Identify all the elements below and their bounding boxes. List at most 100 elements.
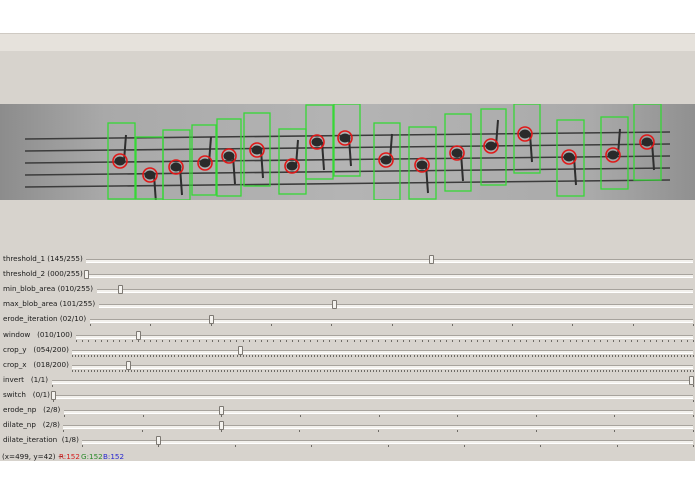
trackbar-tick <box>421 339 423 342</box>
trackbar-track[interactable] <box>53 394 693 399</box>
note-head <box>170 162 182 172</box>
trackbar-row: min_blob_area (010/255) <box>0 283 695 298</box>
trackbar-tick <box>150 339 152 342</box>
trackbar-tick <box>683 354 685 357</box>
trackbar-tick <box>339 354 341 357</box>
trackbar-row: invert (1/1) <box>0 374 695 389</box>
trackbar-tick <box>538 339 540 342</box>
trackbar-tick <box>174 339 176 342</box>
trackbar-label: threshold_2 (000/255) <box>3 269 83 279</box>
trackbar-thumb[interactable] <box>208 315 214 325</box>
trackbar-label: min_blob_area (010/255) <box>3 284 94 294</box>
trackbar-tick <box>143 354 145 357</box>
trackbar-tick <box>621 369 623 372</box>
trackbar-tick <box>512 354 514 357</box>
trackbar-track[interactable] <box>99 304 693 309</box>
trackbar-track[interactable] <box>86 274 693 279</box>
trackbar-tick <box>447 369 449 372</box>
note-head <box>607 150 619 160</box>
trackbar-tick <box>162 369 164 372</box>
trackbar-tick <box>156 339 158 342</box>
trackbar-tick <box>347 339 349 342</box>
trackbar-thumb[interactable] <box>429 255 435 264</box>
trackbar-track[interactable] <box>97 289 693 294</box>
trackbar-track[interactable] <box>72 364 693 369</box>
trackbar-track[interactable] <box>52 379 693 384</box>
trackbar-tick <box>422 369 424 372</box>
trackbar-tick <box>495 339 497 342</box>
trackbar-tick <box>82 445 83 448</box>
trackbar-tick <box>152 354 154 357</box>
trackbar-tick <box>674 339 676 342</box>
trackbar-tick <box>451 324 453 327</box>
trackbar-thumb[interactable] <box>125 360 131 370</box>
trackbar-tick <box>189 354 191 357</box>
trackbar-tick <box>208 369 210 372</box>
trackbar-thumb[interactable] <box>219 406 225 415</box>
trackbar-tick <box>624 354 626 357</box>
trackbar-thumb[interactable] <box>237 345 243 355</box>
trackbar-thumb[interactable] <box>689 375 694 385</box>
trackbar-track[interactable] <box>72 349 693 354</box>
trackbar-tick <box>168 354 170 357</box>
trackbar-thumb[interactable] <box>156 436 162 446</box>
trackbar-tick <box>625 339 627 342</box>
trackbar-track[interactable] <box>64 410 693 414</box>
trackbar-tick <box>180 369 182 372</box>
trackbar-tick <box>87 369 89 372</box>
trackbar-tick <box>264 369 266 372</box>
image-view[interactable] <box>0 104 695 200</box>
trackbar-tick <box>444 354 446 357</box>
trackbar-tick <box>230 339 232 342</box>
trackbar-tick <box>236 339 238 342</box>
trackbar-tick <box>693 324 694 327</box>
trackbar-tick <box>363 354 365 357</box>
trackbar-tick <box>668 369 670 372</box>
trackbar-label: window (010/100) <box>3 329 73 339</box>
trackbar-tick <box>532 339 534 342</box>
trackbar-thumb[interactable] <box>51 390 56 400</box>
trackbar-tick <box>342 354 344 357</box>
trackbar-tick <box>562 369 564 372</box>
trackbar-tick <box>453 369 455 372</box>
trackbar-tick <box>450 369 452 372</box>
trackbar-track[interactable] <box>82 440 693 445</box>
trackbar-track[interactable] <box>63 425 693 430</box>
trackbar-thumb[interactable] <box>218 421 224 431</box>
trackbar-tick <box>572 324 574 327</box>
trackbar-thumb[interactable] <box>332 300 338 310</box>
trackbar-tick <box>668 354 670 357</box>
trackbar-tick <box>534 354 536 357</box>
trackbar-track[interactable] <box>90 319 693 324</box>
trackbar-tick <box>540 369 542 372</box>
trackbar-tick <box>686 354 688 357</box>
trackbar-tick <box>563 339 565 342</box>
trackbar-thumb[interactable] <box>135 330 141 340</box>
trackbar-tick <box>594 339 596 342</box>
trackbar-thumb[interactable] <box>84 270 89 280</box>
trackbar-tick <box>435 354 437 357</box>
trackbar-tick <box>544 339 546 342</box>
trackbar-tick <box>248 354 250 357</box>
trackbar-tick <box>267 339 269 342</box>
trackbar-track[interactable] <box>86 259 693 263</box>
trackbar-tick <box>239 354 241 357</box>
trackbar-tick <box>575 339 577 342</box>
trackbar-track[interactable] <box>76 334 693 339</box>
note-head <box>519 129 531 139</box>
trackbar-tick <box>578 354 580 357</box>
trackbar-tick <box>317 369 319 372</box>
trackbar-tick <box>165 369 167 372</box>
trackbar-tick <box>142 415 144 417</box>
trackbar-tick <box>520 339 522 342</box>
trackbar-tick <box>680 354 682 357</box>
trackbar-tick <box>551 339 553 342</box>
note-head <box>485 141 497 151</box>
trackbar-tick <box>693 354 694 357</box>
trackbar-tick <box>75 354 77 357</box>
trackbar-tick <box>162 354 164 357</box>
trackbar-tick <box>432 354 434 357</box>
trackbar-tick <box>537 354 539 357</box>
trackbar-tick <box>363 369 365 372</box>
trackbar-thumb[interactable] <box>118 285 124 295</box>
